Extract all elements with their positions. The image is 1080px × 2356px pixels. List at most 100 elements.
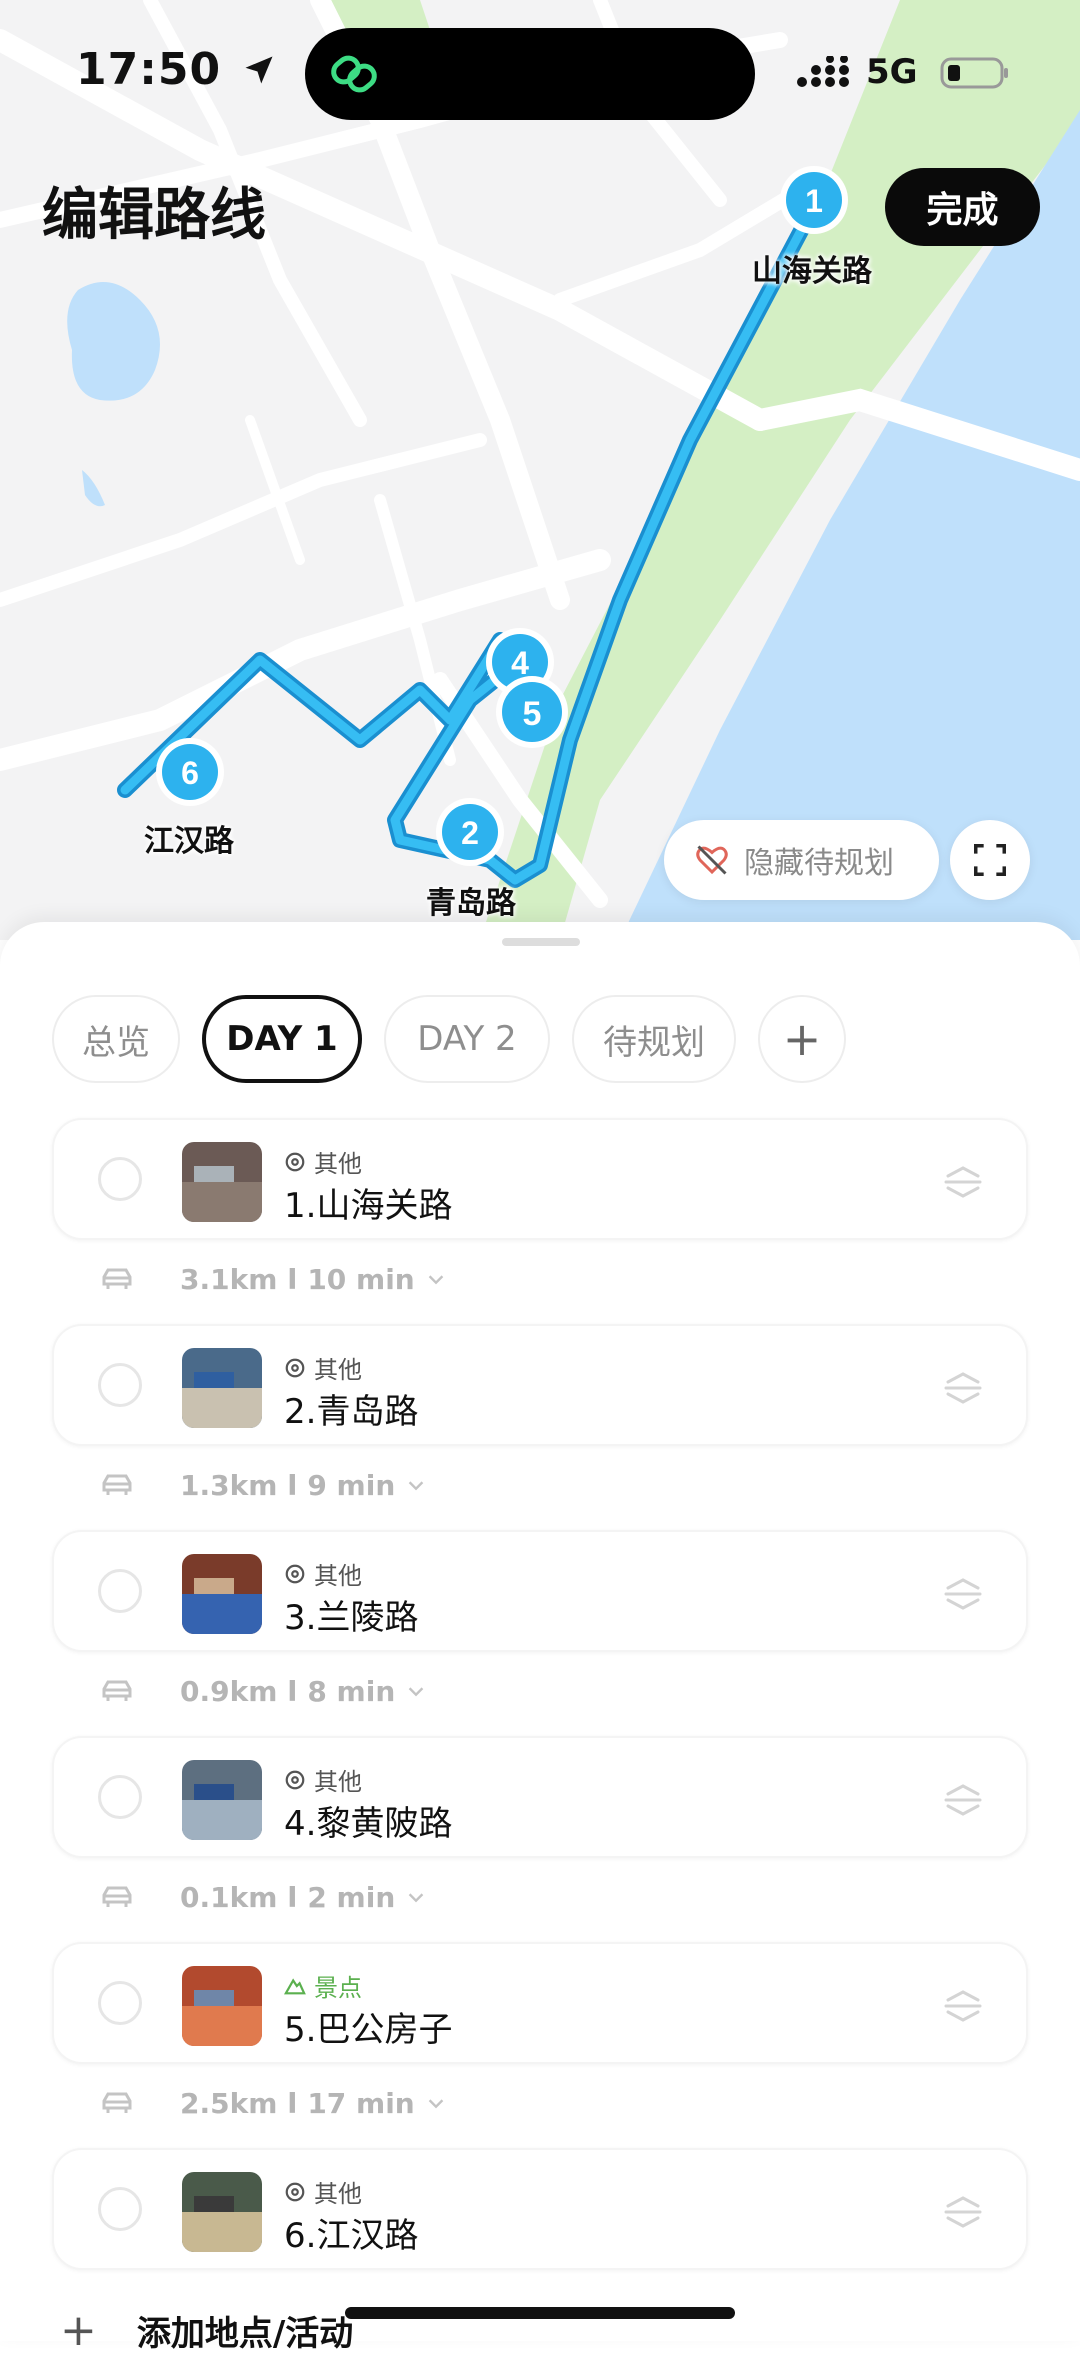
stop-category-label: 景点	[314, 1974, 362, 2002]
stop-card[interactable]: 其他 2.青岛路	[52, 1324, 1028, 1446]
stop-category: 其他	[284, 1556, 362, 1591]
stop-checkbox[interactable]	[98, 1157, 142, 1201]
stop-category: 其他	[284, 1350, 362, 1385]
location-pin-icon	[285, 1152, 305, 1171]
stop-checkbox[interactable]	[98, 2187, 142, 2231]
drag-handle-icon[interactable]	[940, 2192, 986, 2232]
stop-name: 5.巴公房子	[284, 2010, 453, 2050]
heart-off-icon	[696, 845, 728, 875]
stop-category-label: 其他	[314, 1768, 362, 1796]
stop-category-label: 其他	[314, 1150, 362, 1178]
travel-leg[interactable]: 2.5km Ι 17 min	[100, 2073, 447, 2133]
map-pin-5[interactable]: 5	[496, 676, 568, 748]
leg-distance-time: 1.3km Ι 9 min	[180, 1468, 396, 1502]
stop-card[interactable]: 其他 1.山海关路	[52, 1118, 1028, 1240]
location-pin-icon	[285, 1564, 305, 1583]
stop-name: 3.兰陵路	[284, 1598, 419, 1638]
stop-category-label: 其他	[314, 2180, 362, 2208]
signal-icon	[797, 56, 849, 87]
dynamic-island	[305, 28, 755, 120]
page-title: 编辑路线	[42, 183, 266, 248]
stop-card[interactable]: 其他 3.兰陵路	[52, 1530, 1028, 1652]
tab-pending[interactable]: 待规划	[572, 995, 736, 1083]
stop-checkbox[interactable]	[98, 1775, 142, 1819]
map-pin-2[interactable]: 2	[436, 798, 504, 866]
stop-category-label: 其他	[314, 1562, 362, 1590]
drag-handle-icon[interactable]	[940, 1780, 986, 1820]
stop-thumbnail	[182, 2172, 262, 2252]
app-link-icon	[331, 55, 377, 93]
tab-day-2[interactable]: DAY 2	[384, 995, 550, 1083]
travel-leg[interactable]: 3.1km Ι 10 min	[100, 1249, 447, 1309]
status-bar: 17:50 5G	[0, 0, 1080, 140]
chevron-down-icon	[428, 2099, 443, 2109]
hide-pending-label: 隐藏待规划	[744, 846, 894, 881]
chevron-down-icon	[408, 1481, 424, 1491]
map-pin-label-1: 山海关路	[752, 254, 872, 289]
svg-text:1: 1	[805, 183, 823, 219]
status-time: 17:50	[76, 44, 277, 95]
stop-thumbnail	[182, 1348, 262, 1428]
car-icon	[102, 2092, 132, 2113]
stop-checkbox[interactable]	[98, 1569, 142, 1613]
map-pin-6[interactable]: 6	[156, 738, 224, 806]
add-day-button[interactable]: +	[758, 995, 846, 1083]
car-icon	[102, 1886, 132, 1907]
leg-distance-time: 3.1km Ι 10 min	[180, 1262, 415, 1296]
leg-distance-time: 0.9km Ι 8 min	[180, 1674, 396, 1708]
map-pin-label-6: 江汉路	[144, 824, 234, 859]
stop-thumbnail	[182, 1142, 262, 1222]
add-place-label: 添加地点/活动	[136, 2314, 354, 2354]
stop-checkbox[interactable]	[98, 1363, 142, 1407]
stop-thumbnail	[182, 1760, 262, 1840]
add-place-button[interactable]: + 添加地点/活动	[60, 2305, 353, 2356]
travel-leg[interactable]: 1.3km Ι 9 min	[100, 1455, 427, 1515]
chevron-down-icon	[408, 1893, 424, 1903]
plus-icon: +	[60, 2305, 97, 2356]
svg-text:5: 5	[523, 695, 542, 733]
hide-pending-button[interactable]: 隐藏待规划	[664, 820, 939, 900]
stop-name: 1.山海关路	[284, 1186, 453, 1226]
stop-name: 4.黎黄陂路	[284, 1804, 453, 1844]
drag-handle-icon[interactable]	[940, 1368, 986, 1408]
drag-handle-icon[interactable]	[940, 1986, 986, 2026]
stop-thumbnail	[182, 1966, 262, 2046]
stop-category-label: 其他	[314, 1356, 362, 1384]
svg-text:4: 4	[511, 645, 529, 681]
tab-day-1[interactable]: DAY 1	[202, 995, 362, 1083]
drag-handle-icon[interactable]	[940, 1162, 986, 1202]
car-icon	[102, 1268, 132, 1289]
stop-thumbnail	[182, 1554, 262, 1634]
svg-text:6: 6	[181, 755, 199, 791]
battery-icon	[940, 57, 1008, 89]
stop-card[interactable]: 其他 6.江汉路	[52, 2148, 1028, 2270]
stop-category: 景点	[284, 1968, 362, 2003]
mountain-icon	[284, 1977, 306, 1994]
stop-category: 其他	[284, 1762, 362, 1797]
drag-handle-icon[interactable]	[940, 1574, 986, 1614]
stop-card[interactable]: 其他 4.黎黄陂路	[52, 1736, 1028, 1858]
route-map[interactable]: 1 2 4 5 6	[0, 0, 1080, 940]
fullscreen-button[interactable]	[950, 820, 1030, 900]
travel-leg[interactable]: 0.1km Ι 2 min	[100, 1867, 427, 1927]
stop-name: 6.江汉路	[284, 2216, 419, 2256]
leg-distance-time: 0.1km Ι 2 min	[180, 1880, 396, 1914]
sheet-drag-handle[interactable]	[502, 938, 580, 946]
fullscreen-icon	[974, 844, 1006, 876]
car-icon	[102, 1680, 132, 1701]
location-pin-icon	[285, 2182, 305, 2201]
stop-card[interactable]: 景点 5.巴公房子	[52, 1942, 1028, 2064]
location-pin-icon	[285, 1770, 305, 1789]
chevron-down-icon	[408, 1687, 424, 1697]
done-button[interactable]: 完成	[885, 168, 1040, 246]
map-pin-1[interactable]: 1	[780, 166, 848, 234]
svg-text:2: 2	[461, 815, 479, 851]
car-icon	[102, 1474, 132, 1495]
tab-overview[interactable]: 总览	[52, 995, 180, 1083]
map-pin-label-2: 青岛路	[426, 886, 516, 921]
location-arrow-icon	[245, 56, 273, 84]
leg-distance-time: 2.5km Ι 17 min	[180, 2086, 415, 2120]
stop-checkbox[interactable]	[98, 1981, 142, 2025]
travel-leg[interactable]: 0.9km Ι 8 min	[100, 1661, 427, 1721]
chevron-down-icon	[428, 1275, 443, 1285]
